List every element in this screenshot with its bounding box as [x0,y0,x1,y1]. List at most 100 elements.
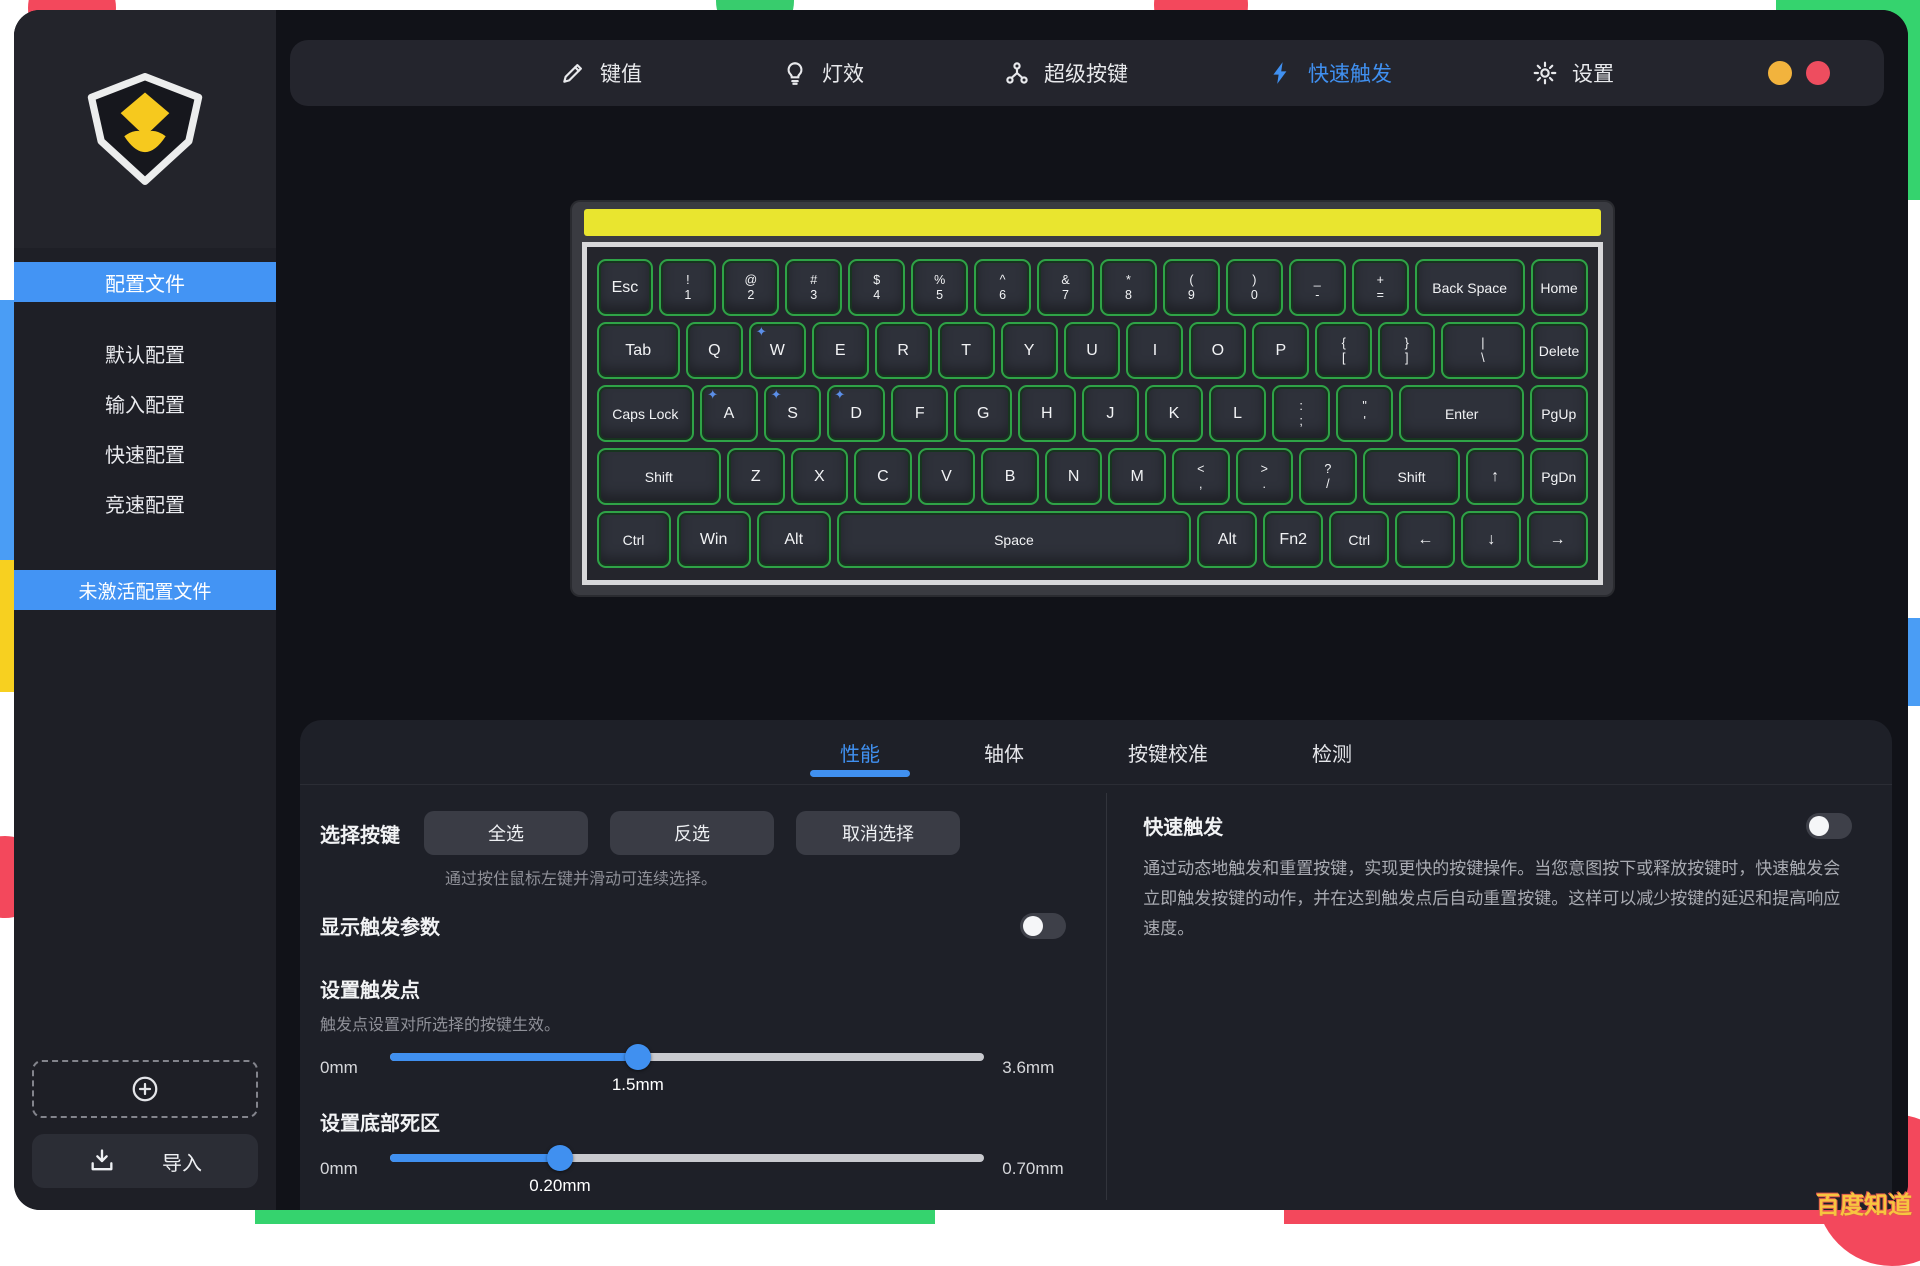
select-all-button[interactable]: 全选 [424,811,588,855]
tab-switch[interactable]: 轴体 [984,720,1024,784]
key-k[interactable]: K [1145,385,1203,442]
key-9[interactable]: (9 [1163,259,1220,316]
key-p[interactable]: P [1252,322,1309,379]
show-params-toggle[interactable] [1020,913,1066,939]
key-shift[interactable]: Shift [1363,448,1461,505]
key-ctrl[interactable]: Ctrl [1329,511,1389,568]
key-f[interactable]: F [891,385,949,442]
sidebar-item-default-config[interactable]: 默认配置 [14,336,276,376]
key-h[interactable]: H [1018,385,1076,442]
sidebar-item-race-config[interactable]: 竞速配置 [14,486,276,526]
key-j[interactable]: J [1082,385,1140,442]
key-o[interactable]: O [1189,322,1246,379]
key-fn2[interactable]: Fn2 [1263,511,1323,568]
key-t[interactable]: T [938,322,995,379]
key-r4c11[interactable]: ?/ [1299,448,1357,505]
key-win[interactable]: Win [677,511,751,568]
minimize-button[interactable] [1768,61,1792,85]
key-i[interactable]: I [1126,322,1183,379]
key-r1c13[interactable]: += [1352,259,1409,316]
key-5[interactable]: %5 [911,259,968,316]
key-r5c8[interactable]: ← [1395,511,1455,568]
sidebar-section-profiles[interactable]: 配置文件 [14,262,276,302]
invert-selection-button[interactable]: 反选 [610,811,774,855]
inactive-profile-banner[interactable]: 未激活配置文件 [14,570,276,610]
key-8[interactable]: *8 [1100,259,1157,316]
key-r2c12[interactable]: {[ [1315,322,1372,379]
key-esc[interactable]: Esc [597,259,654,316]
key-u[interactable]: U [1064,322,1121,379]
dead-zone-slider[interactable]: 0.20mm [390,1140,984,1198]
key-1[interactable]: !1 [659,259,716,316]
deselect-button[interactable]: 取消选择 [796,811,960,855]
key-d[interactable]: ✦D [827,385,885,442]
key-space[interactable]: Space [837,511,1191,568]
key-4[interactable]: $4 [848,259,905,316]
key-n[interactable]: N [1045,448,1103,505]
key-r3c12[interactable]: "' [1336,385,1394,442]
key-pgup[interactable]: PgUp [1530,385,1588,442]
key-s[interactable]: ✦S [764,385,822,442]
key-enter[interactable]: Enter [1399,385,1524,442]
key-r2c14[interactable]: |\ [1441,322,1524,379]
slider-knob[interactable] [625,1044,651,1070]
key-x[interactable]: X [791,448,849,505]
key-a[interactable]: ✦A [700,385,758,442]
key-z[interactable]: Z [727,448,785,505]
key-r5c10[interactable]: → [1527,511,1587,568]
key-tab[interactable]: Tab [597,322,680,379]
key-r4c9[interactable]: <, [1172,448,1230,505]
key-c[interactable]: C [854,448,912,505]
key-alt[interactable]: Alt [757,511,831,568]
key-0[interactable]: )0 [1226,259,1283,316]
sidebar-item-quick-config[interactable]: 快速配置 [14,436,276,476]
app-logo [84,73,206,185]
nav-tab-settings[interactable]: 设置 [1532,58,1614,88]
add-profile-button[interactable] [32,1060,258,1118]
key-r5c9[interactable]: ↓ [1461,511,1521,568]
key-q[interactable]: Q [686,322,743,379]
trigger-point-slider[interactable]: 1.5mm [390,1039,984,1097]
key-7[interactable]: &7 [1037,259,1094,316]
key-alt[interactable]: Alt [1197,511,1257,568]
key-w[interactable]: ✦W [749,322,806,379]
nav-tab-keymap[interactable]: 键值 [560,58,642,88]
rapid-trigger-toggle[interactable] [1806,813,1852,839]
key-v[interactable]: V [918,448,976,505]
key-r1c12[interactable]: _- [1289,259,1346,316]
key-2[interactable]: @2 [722,259,779,316]
key-m[interactable]: M [1108,448,1166,505]
key-b[interactable]: B [981,448,1039,505]
key-g[interactable]: G [954,385,1012,442]
nav-tab-super-keys[interactable]: 超级按键 [1004,58,1128,88]
import-button[interactable]: 导入 [32,1134,258,1188]
key-e[interactable]: E [812,322,869,379]
key-r4c10[interactable]: >. [1236,448,1294,505]
key-delete[interactable]: Delete [1531,322,1588,379]
window-controls [1768,61,1830,85]
tab-performance[interactable]: 性能 [840,720,880,784]
close-button[interactable] [1806,61,1830,85]
key-r4c13[interactable]: ↑ [1466,448,1524,505]
key-caps-lock[interactable]: Caps Lock [597,385,695,442]
import-icon [88,1147,116,1175]
key-l[interactable]: L [1209,385,1267,442]
tab-detection[interactable]: 检测 [1312,720,1352,784]
key-r3c11[interactable]: :; [1272,385,1330,442]
sidebar-item-input-config[interactable]: 输入配置 [14,386,276,426]
key-y[interactable]: Y [1001,322,1058,379]
nav-tab-lighting[interactable]: 灯效 [782,58,864,88]
key-shift[interactable]: Shift [597,448,722,505]
nav-tab-rapid-trigger[interactable]: 快速触发 [1268,58,1392,88]
key-r2c13[interactable]: }] [1378,322,1435,379]
key-pgdn[interactable]: PgDn [1530,448,1588,505]
tab-calibration[interactable]: 按键校准 [1128,720,1208,784]
key-6[interactable]: ^6 [974,259,1031,316]
key-3[interactable]: #3 [785,259,842,316]
key-home[interactable]: Home [1531,259,1588,316]
key-r[interactable]: R [875,322,932,379]
nav-label: 超级按键 [1044,58,1128,88]
slider-knob[interactable] [547,1145,573,1171]
key-ctrl[interactable]: Ctrl [597,511,671,568]
key-back-space[interactable]: Back Space [1415,259,1525,316]
